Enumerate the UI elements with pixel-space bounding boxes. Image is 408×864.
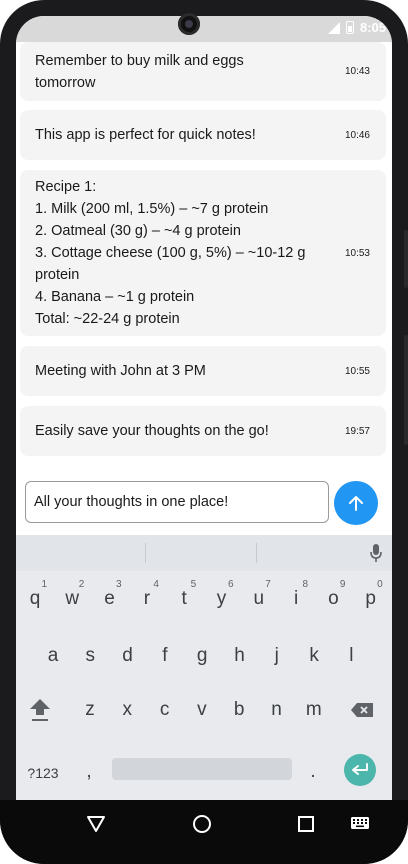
key-s[interactable]: s — [72, 630, 108, 682]
suggestion-strip — [16, 535, 392, 571]
volume-button — [404, 230, 408, 288]
enter-key[interactable] — [344, 754, 376, 786]
key-label: q — [29, 588, 41, 609]
key-j[interactable]: j — [259, 630, 295, 682]
key-label: i — [293, 588, 299, 609]
key-p[interactable]: p0 — [353, 573, 389, 625]
key-label: e — [104, 588, 115, 609]
key-label: u — [253, 588, 265, 609]
note-text: Recipe 1: 1. Milk (200 ml, 1.5%) – ~7 g … — [35, 179, 306, 327]
enter-icon — [352, 763, 368, 775]
key-e[interactable]: e3 — [92, 573, 128, 625]
mic-icon[interactable] — [370, 544, 382, 562]
space-key[interactable] — [112, 758, 292, 780]
signal-icon — [327, 21, 340, 34]
battery-icon — [345, 21, 354, 34]
key-i[interactable]: i8 — [278, 573, 314, 625]
key-y[interactable]: y6 — [204, 573, 240, 625]
note-item[interactable]: Remember to buy milk and eggs tomorrow 1… — [20, 42, 386, 101]
home-circle-icon — [193, 815, 211, 833]
recents-button[interactable] — [294, 812, 318, 836]
key-a[interactable]: a — [35, 630, 71, 682]
key-l[interactable]: l — [333, 630, 369, 682]
key-t[interactable]: t5 — [166, 573, 202, 625]
key-w[interactable]: w2 — [54, 573, 90, 625]
key-x[interactable]: x — [109, 684, 145, 736]
status-bar: 8:05 — [16, 16, 392, 42]
key-q[interactable]: q1 — [17, 573, 53, 625]
note-item[interactable]: Easily save your thoughts on the go! 19:… — [20, 406, 386, 456]
note-item[interactable]: Recipe 1: 1. Milk (200 ml, 1.5%) – ~7 g … — [20, 170, 386, 336]
key-v[interactable]: v — [184, 684, 220, 736]
back-triangle-icon — [87, 816, 105, 832]
note-time: 10:55 — [344, 365, 370, 377]
note-text: Meeting with John at 3 PM — [35, 363, 206, 379]
keyboard-icon — [351, 817, 369, 829]
note-item[interactable]: Meeting with John at 3 PM 10:55 — [20, 346, 386, 396]
send-button[interactable] — [334, 481, 378, 525]
key-hint-number: 5 — [190, 579, 197, 590]
recents-square-icon — [298, 816, 314, 832]
key-label: p — [365, 588, 376, 609]
key-label: t — [181, 588, 187, 609]
key-label: w — [65, 588, 80, 609]
note-item[interactable]: This app is perfect for quick notes! 10:… — [20, 110, 386, 160]
key-d[interactable]: d — [110, 630, 146, 682]
note-text: Remember to buy milk and eggs tomorrow — [35, 52, 244, 91]
keyboard: q1w2e3r4t5y6u7i8o9p0 asdfghjkl zxcvbnm ?… — [16, 535, 392, 800]
backspace-key[interactable] — [342, 684, 382, 736]
comma-key[interactable]: , — [74, 757, 104, 787]
note-text: This app is perfect for quick notes! — [35, 127, 256, 143]
screen: 8:05 Remember to buy milk and eggs tomor… — [16, 16, 392, 800]
note-time: 10:46 — [344, 129, 370, 141]
composer — [16, 481, 392, 535]
key-label: y — [216, 588, 227, 609]
shift-icon — [30, 699, 50, 721]
key-hint-number: 0 — [377, 579, 383, 590]
note-text: Easily save your thoughts on the go! — [35, 423, 269, 439]
key-hint-number: 2 — [78, 579, 85, 590]
note-time: 10:53 — [344, 247, 370, 259]
key-hint-number: 8 — [302, 579, 309, 590]
note-input[interactable] — [25, 481, 329, 523]
key-c[interactable]: c — [147, 684, 183, 736]
status-time: 8:05 — [359, 20, 386, 35]
front-camera — [178, 13, 200, 35]
key-r[interactable]: r4 — [129, 573, 165, 625]
key-label: r — [143, 588, 151, 609]
period-key[interactable]: . — [298, 757, 328, 787]
key-m[interactable]: m — [296, 684, 332, 736]
power-button — [404, 335, 408, 445]
suggestion-divider — [256, 543, 257, 563]
key-z[interactable]: z — [72, 684, 108, 736]
note-time: 19:57 — [344, 425, 370, 437]
key-hint-number: 3 — [116, 579, 122, 590]
key-f[interactable]: f — [147, 630, 183, 682]
key-label: o — [328, 588, 339, 609]
key-u[interactable]: u7 — [241, 573, 277, 625]
key-b[interactable]: b — [221, 684, 257, 736]
suggestion-divider — [145, 543, 146, 563]
navigation-bar — [0, 800, 408, 864]
key-hint-number: 9 — [339, 579, 346, 590]
key-o[interactable]: o9 — [315, 573, 351, 625]
backspace-icon — [351, 703, 373, 717]
status-icons: 8:05 — [327, 20, 386, 35]
phone-frame: 8:05 Remember to buy milk and eggs tomor… — [0, 0, 408, 864]
symbols-key[interactable]: ?123 — [22, 759, 64, 787]
key-hint-number: 7 — [265, 579, 271, 590]
key-g[interactable]: g — [184, 630, 220, 682]
arrow-up-icon — [349, 496, 363, 511]
key-k[interactable]: k — [296, 630, 332, 682]
home-button[interactable] — [190, 812, 214, 836]
back-button[interactable] — [84, 812, 108, 836]
key-h[interactable]: h — [222, 630, 258, 682]
key-n[interactable]: n — [259, 684, 295, 736]
note-time: 10:43 — [344, 66, 370, 77]
keyboard-switch-button[interactable] — [348, 812, 372, 836]
key-hint-number: 4 — [153, 579, 159, 590]
key-hint-number: 1 — [41, 579, 47, 590]
shift-key[interactable] — [24, 684, 56, 736]
key-hint-number: 6 — [227, 579, 234, 590]
